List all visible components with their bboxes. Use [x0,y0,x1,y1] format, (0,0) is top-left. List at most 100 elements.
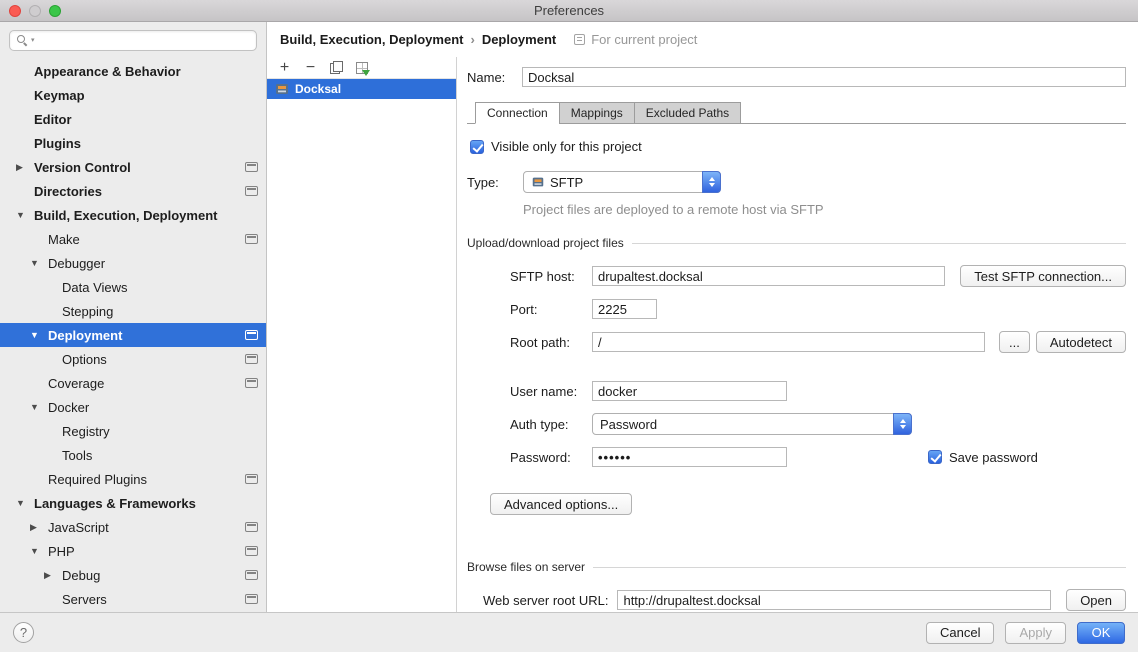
autodetect-button[interactable]: Autodetect [1036,331,1126,353]
test-sftp-connection-button[interactable]: Test SFTP connection... [960,265,1126,287]
type-help-text: Project files are deployed to a remote h… [523,202,1126,217]
upload-section-separator: Upload/download project files [467,236,1126,250]
breadcrumb-parent[interactable]: Build, Execution, Deployment [280,32,463,47]
chevron-down-icon[interactable] [30,402,48,412]
chevron-right-icon[interactable] [16,162,34,173]
sidebar-item-deployment[interactable]: Deployment [0,323,266,347]
user-name-input[interactable] [592,381,787,401]
chevron-down-icon[interactable] [30,258,48,268]
sidebar-item-appearance-behavior[interactable]: Appearance & Behavior [0,59,266,83]
sftp-host-input[interactable] [592,266,945,286]
password-input[interactable] [592,447,787,467]
type-select[interactable]: SFTP [523,171,721,193]
project-settings-icon [245,378,258,388]
sidebar-item-stepping[interactable]: Stepping [0,299,266,323]
sidebar-item-php[interactable]: PHP [0,539,266,563]
browse-section-separator: Browse files on server [467,560,1126,574]
web-root-label: Web server root URL: [483,593,608,608]
project-settings-icon [245,474,258,484]
sidebar-item-keymap[interactable]: Keymap [0,83,266,107]
project-settings-icon [245,330,258,340]
sidebar-item-version-control[interactable]: Version Control [0,155,266,179]
remove-server-icon[interactable]: − [304,60,317,76]
close-button[interactable] [9,5,21,17]
sidebar-item-coverage[interactable]: Coverage [0,371,266,395]
use-as-default-icon[interactable] [356,62,368,74]
upload-section-label: Upload/download project files [467,236,624,250]
sidebar-item-tools[interactable]: Tools [0,443,266,467]
visible-only-label: Visible only for this project [491,139,642,154]
type-value: SFTP [550,175,583,190]
dialog-footer: ? Cancel Apply OK [0,612,1138,652]
project-scope-note: For current project [574,32,697,47]
port-label: Port: [510,302,592,317]
breadcrumb: Build, Execution, Deployment › Deploymen… [267,22,1138,57]
sidebar-item-directories[interactable]: Directories [0,179,266,203]
sidebar-item-debugger[interactable]: Debugger [0,251,266,275]
advanced-options-button[interactable]: Advanced options... [490,493,632,515]
separator-line [632,243,1126,244]
chevron-down-icon[interactable] [30,546,48,556]
settings-search-input[interactable] [9,30,257,51]
sidebar-item-docker[interactable]: Docker [0,395,266,419]
chevron-right-icon[interactable] [44,570,62,581]
server-list-item[interactable]: Docksal [267,79,456,99]
search-box: ▾ [9,30,257,51]
ok-button[interactable]: OK [1077,622,1125,644]
combo-stepper-icon[interactable] [893,413,912,435]
settings-tree: Appearance & Behavior Keymap Editor Plug… [0,56,266,612]
sidebar-item-options[interactable]: Options [0,347,266,371]
sidebar-item-editor[interactable]: Editor [0,107,266,131]
open-url-button[interactable]: Open [1066,589,1126,611]
sftp-host-label: SFTP host: [510,269,592,284]
sidebar-item-registry[interactable]: Registry [0,419,266,443]
browse-section-label: Browse files on server [467,560,585,574]
zoom-button[interactable] [49,5,61,17]
save-password-checkbox[interactable] [928,450,942,464]
combo-stepper-icon[interactable] [702,171,721,193]
browse-root-path-button[interactable]: ... [999,331,1030,353]
auth-type-select[interactable]: Password [592,413,912,435]
sidebar-item-servers[interactable]: Servers [0,587,266,611]
save-password-label: Save password [949,450,1038,465]
sidebar-item-make[interactable]: Make [0,227,266,251]
copy-server-icon[interactable] [330,61,343,74]
user-name-label: User name: [510,384,592,399]
sidebar-item-build-execution-deployment[interactable]: Build, Execution, Deployment [0,203,266,227]
port-input[interactable] [592,299,657,319]
titlebar: Preferences [0,0,1138,22]
traffic-lights [9,5,61,17]
project-settings-icon [245,594,258,604]
sidebar-item-javascript[interactable]: JavaScript [0,515,266,539]
sidebar-item-data-views[interactable]: Data Views [0,275,266,299]
current-project-icon [574,34,585,45]
help-button[interactable]: ? [13,622,34,643]
tab-excluded-paths[interactable]: Excluded Paths [634,102,741,124]
add-server-icon[interactable]: + [278,60,291,76]
sidebar-item-debug[interactable]: Debug [0,563,266,587]
project-settings-icon [245,162,258,172]
chevron-right-icon[interactable] [30,522,48,533]
tab-mappings[interactable]: Mappings [559,102,635,124]
server-name: Docksal [295,82,341,96]
type-label: Type: [467,175,523,190]
chevron-down-icon[interactable] [30,330,48,340]
sidebar-item-languages-frameworks[interactable]: Languages & Frameworks [0,491,266,515]
chevron-down-icon[interactable] [16,498,34,508]
name-label: Name: [467,70,522,85]
visible-only-checkbox[interactable] [470,140,484,154]
name-input[interactable] [522,67,1126,87]
search-options-caret-icon[interactable]: ▾ [31,35,35,46]
sidebar-item-required-plugins[interactable]: Required Plugins [0,467,266,491]
project-settings-icon [245,354,258,364]
server-icon [274,81,290,97]
web-root-input[interactable] [617,590,1051,610]
chevron-down-icon[interactable] [16,210,34,220]
server-list-toolbar: + − [267,57,456,79]
cancel-button[interactable]: Cancel [926,622,994,644]
preferences-window: Preferences ▾ Appearance & Behavior [0,0,1138,652]
server-list-panel: + − Docksal [267,57,457,612]
root-path-input[interactable] [592,332,985,352]
tab-connection[interactable]: Connection [475,102,560,124]
sidebar-item-plugins[interactable]: Plugins [0,131,266,155]
